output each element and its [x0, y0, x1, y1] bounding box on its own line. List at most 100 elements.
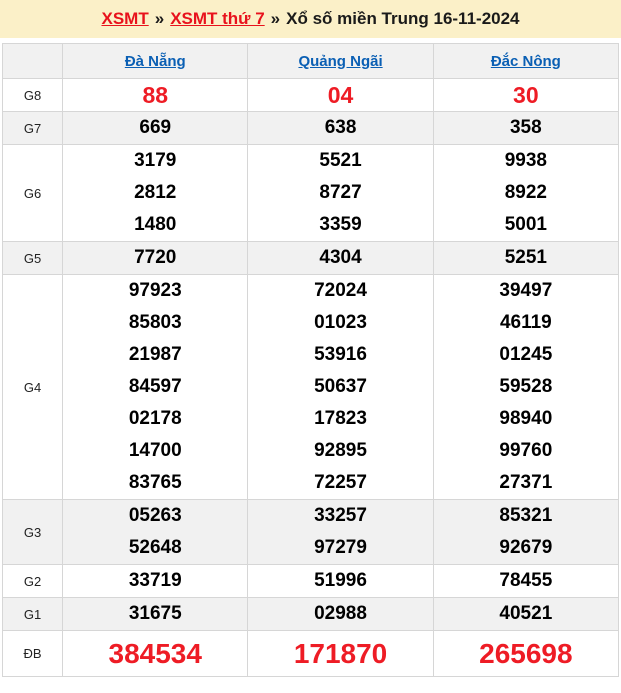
prize-number: 3359: [319, 214, 362, 235]
prize-row-g7: G7 669 638 358: [1, 111, 620, 145]
province-link-quang-ngai[interactable]: Quảng Ngãi: [298, 53, 382, 70]
prize-number: 46119: [499, 312, 552, 333]
prize-number: 638: [324, 117, 357, 138]
prize-row-g2: G2 33719 51996 78455: [1, 564, 620, 598]
prize-cell: 31675: [62, 597, 249, 631]
breadcrumb-separator: »: [270, 9, 281, 28]
prize-number: 02178: [128, 408, 182, 429]
prize-label: G5: [1, 241, 64, 275]
prize-label: G2: [1, 564, 64, 598]
prize-number: 33257: [314, 505, 367, 526]
column-header-da-nang: Đà Nẵng: [62, 43, 249, 79]
prize-cell: 171870: [247, 630, 434, 677]
prize-label: G7: [1, 111, 64, 145]
prize-row-g3: G3 05263 52648 33257 97279 85321 92679: [1, 499, 620, 565]
prize-row-g1: G1 31675 02988 40521: [1, 597, 620, 631]
prize-number: 99760: [499, 440, 553, 461]
prize-cell: 04: [247, 78, 434, 112]
prize-number: 53916: [314, 344, 367, 365]
prize-cell: 7720: [62, 241, 249, 275]
prize-number: 30: [513, 82, 539, 108]
prize-number: 92895: [314, 440, 367, 461]
prize-number: 9938: [504, 150, 547, 171]
prize-number: 31675: [128, 603, 182, 624]
prize-cell: 30: [432, 78, 620, 112]
prize-cell: 33719: [62, 564, 249, 598]
breadcrumb-link-xsmt-thu-7[interactable]: XSMT thứ 7: [170, 9, 264, 29]
prize-number: 33719: [128, 570, 182, 591]
prize-number: 78455: [499, 570, 553, 591]
column-header-quang-ngai: Quảng Ngãi: [247, 43, 434, 79]
prize-label: G3: [1, 499, 64, 565]
prize-number: 40521: [499, 603, 553, 624]
prize-label: ĐB: [1, 630, 64, 677]
prize-number: 5001: [504, 214, 547, 235]
breadcrumb-link-xsmt[interactable]: XSMT: [101, 9, 148, 29]
breadcrumb: XSMT » XSMT thứ 7 » Xổ số miền Trung 16-…: [0, 0, 621, 38]
prize-number: 17823: [314, 408, 367, 429]
prize-number: 3179: [134, 150, 177, 171]
prize-number: 8922: [504, 182, 547, 203]
prize-cell: 638: [247, 111, 434, 145]
prize-number: 1480: [134, 214, 177, 235]
prize-number: 05263: [128, 505, 182, 526]
prize-cell: 9938 8922 5001: [432, 144, 620, 242]
prize-cell: 669: [62, 111, 249, 145]
prize-number: 97279: [314, 537, 367, 558]
prize-number: 669: [139, 117, 172, 138]
prize-number: 265698: [479, 638, 573, 669]
prize-cell: 05263 52648: [62, 499, 249, 565]
prize-number: 02988: [314, 603, 367, 624]
prize-cell: 40521: [432, 597, 620, 631]
column-header-dac-nong: Đắc Nông: [432, 43, 620, 79]
prize-cell: 265698: [432, 630, 620, 677]
prize-cell: 5251: [432, 241, 620, 275]
page-title: Xổ số miền Trung 16-11-2024: [286, 9, 520, 28]
prize-label: G8: [1, 78, 64, 112]
prize-cell: 85321 92679: [432, 499, 620, 565]
prize-number: 358: [509, 117, 542, 138]
province-link-da-nang[interactable]: Đà Nẵng: [125, 53, 186, 70]
corner-cell: [1, 43, 64, 79]
prize-number: 8727: [319, 182, 362, 203]
prize-row-g4: G4 97923 85803 21987 84597 02178 14700 8…: [1, 274, 620, 500]
prize-cell: 33257 97279: [247, 499, 434, 565]
prize-number: 04: [327, 82, 354, 108]
prize-cell: 3179 2812 1480: [62, 144, 249, 242]
table-header-row: Đà Nẵng Quảng Ngãi Đắc Nông: [1, 43, 620, 79]
prize-cell: 72024 01023 53916 50637 17823 92895 7225…: [247, 274, 434, 500]
prize-cell: 5521 8727 3359: [247, 144, 434, 242]
prize-number: 50637: [314, 376, 367, 397]
prize-number: 88: [142, 82, 169, 108]
prize-cell: 78455: [432, 564, 620, 598]
prize-cell: 358: [432, 111, 620, 145]
prize-number: 59528: [499, 376, 553, 397]
prize-cell: 384534: [62, 630, 249, 677]
prize-number: 97923: [128, 280, 182, 301]
prize-number: 01023: [314, 312, 367, 333]
prize-cell: 02988: [247, 597, 434, 631]
prize-number: 2812: [134, 182, 177, 203]
prize-number: 384534: [108, 638, 202, 669]
prize-label: G4: [1, 274, 64, 500]
prize-number: 85803: [128, 312, 182, 333]
prize-cell: 39497 46119 01245 59528 98940 99760 2737…: [432, 274, 620, 500]
prize-number: 72024: [314, 280, 367, 301]
lottery-results-table: Đà Nẵng Quảng Ngãi Đắc Nông G8 88 04 30 …: [1, 43, 620, 677]
prize-number: 171870: [293, 638, 388, 669]
prize-number: 83765: [128, 472, 182, 493]
prize-number: 5521: [319, 150, 362, 171]
prize-number: 39497: [499, 280, 553, 301]
prize-row-db: ĐB 384534 171870 265698: [1, 630, 620, 677]
prize-number: 01245: [499, 344, 553, 365]
prize-number: 85321: [499, 505, 553, 526]
prize-number: 51996: [314, 570, 367, 591]
prize-cell: 4304: [247, 241, 434, 275]
prize-row-g6: G6 3179 2812 1480 5521 8727 3359 9938 89…: [1, 144, 620, 242]
prize-number: 14700: [128, 440, 182, 461]
prize-number: 7720: [134, 247, 177, 268]
prize-label: G1: [1, 597, 64, 631]
prize-number: 27371: [499, 472, 553, 493]
province-link-dac-nong[interactable]: Đắc Nông: [491, 53, 561, 70]
breadcrumb-separator: »: [154, 9, 165, 28]
